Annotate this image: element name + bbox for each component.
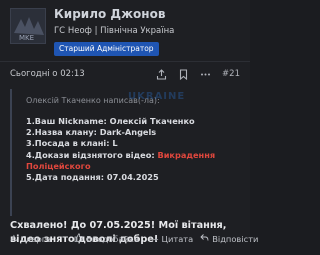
quote-line-nickname: 1.Ваш Nickname: Олексій Ткаченко [26, 116, 195, 126]
quote-line-clan: 2.Назва клану: Dark-Angels [26, 127, 157, 138]
post-actions: ⚠ Скарга Вподобайка + Цитата Відповісти [10, 232, 258, 246]
reply-label: Відповісти [212, 234, 259, 244]
video-link-cont[interactable]: Поліцейского [26, 161, 91, 171]
thumbs-up-icon [74, 233, 84, 245]
quote-lines: 1.Ваш Nickname: Олексій Ткаченко 2.Назва… [26, 116, 238, 183]
user-name[interactable]: Кирило Джонов [54, 7, 165, 21]
user-subtitle: ГС Неоф | Північна Україна [54, 26, 175, 36]
reply-button[interactable]: Відповісти [200, 233, 258, 245]
warning-icon: ⚠ [10, 234, 18, 244]
bookmark-icon[interactable] [178, 68, 189, 80]
avatar[interactable]: MKE [10, 8, 46, 44]
post-number[interactable]: #21 [222, 69, 240, 79]
quote-line-date: 5.Дата подання: 07.04.2025 [26, 172, 159, 183]
quote-block: Олексій Ткаченко написав(-ла): UKRAINE 1… [10, 89, 240, 216]
video-link[interactable]: Викрадення [157, 150, 215, 160]
quote-label: + Цитата [151, 234, 194, 244]
role-badge: Старший Адміністратор [54, 42, 159, 56]
report-button[interactable]: ⚠ Скарга [10, 234, 51, 244]
user-header: MKE Кирило Джонов ГС Неоф | Північна Укр… [10, 4, 250, 60]
reply-icon [200, 233, 209, 245]
watermark-logo: UKRAINE [128, 91, 186, 102]
report-label: Скарга [20, 234, 52, 244]
more-options-icon[interactable] [200, 69, 211, 80]
svg-text:MKE: MKE [19, 34, 34, 42]
like-label: Вподобайка [86, 234, 139, 244]
quote-line-position: 3.Посада в клані: L [26, 138, 118, 149]
quote-button[interactable]: + Цитата [152, 234, 193, 244]
post-meta-icons: #21 [156, 66, 240, 82]
divider [0, 61, 250, 62]
quote-line-video: 4.Докази відзнятого відео: Викрадення [26, 149, 216, 160]
share-icon[interactable] [156, 68, 167, 80]
like-button[interactable]: Вподобайка [74, 233, 139, 245]
quote-line-video-cont: Поліцейского [26, 161, 238, 172]
post-card: MKE Кирило Джонов ГС Неоф | Північна Укр… [0, 0, 258, 255]
post-timestamp[interactable]: Сьогодні о 02:13 [10, 69, 85, 79]
